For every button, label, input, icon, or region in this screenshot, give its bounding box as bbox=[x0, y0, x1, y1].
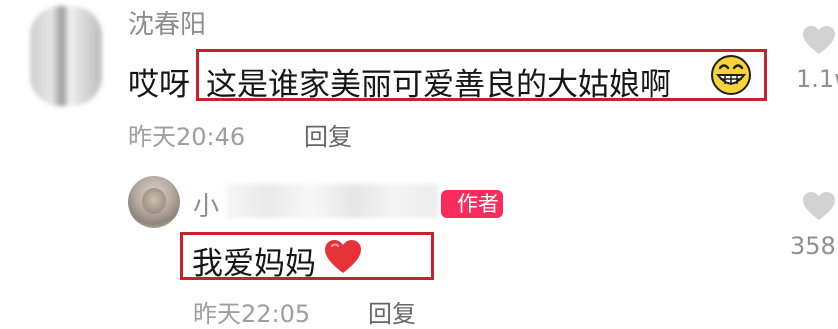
commenter-username[interactable]: 沈春阳 bbox=[128, 4, 206, 41]
comment-time: 昨天20:46 bbox=[128, 123, 246, 151]
reply-like-count: 358 bbox=[790, 232, 836, 260]
red-heart-icon bbox=[323, 238, 363, 276]
reply-reply-button[interactable]: 回复 bbox=[368, 294, 416, 329]
comment-like-count: 1.1w bbox=[796, 65, 838, 93]
reply-username[interactable]: 小 bbox=[193, 186, 219, 223]
comment-text: 这是谁家美丽可爱善良的大姑娘啊 bbox=[206, 67, 671, 103]
reply-like-icon[interactable] bbox=[801, 190, 837, 222]
reply-time: 昨天22:05 bbox=[193, 300, 311, 328]
comment-prefix: 哎呀 bbox=[128, 67, 190, 103]
reply-text: 我爱妈妈 bbox=[192, 246, 316, 282]
grinning-face-icon bbox=[709, 54, 753, 96]
reply-avatar[interactable] bbox=[128, 176, 180, 228]
blurred-username bbox=[226, 184, 438, 218]
commenter-avatar[interactable] bbox=[30, 6, 102, 106]
comment-reply-button[interactable]: 回复 bbox=[304, 117, 352, 152]
comment-like-icon[interactable] bbox=[801, 24, 837, 56]
author-badge: 作者 bbox=[441, 190, 503, 218]
